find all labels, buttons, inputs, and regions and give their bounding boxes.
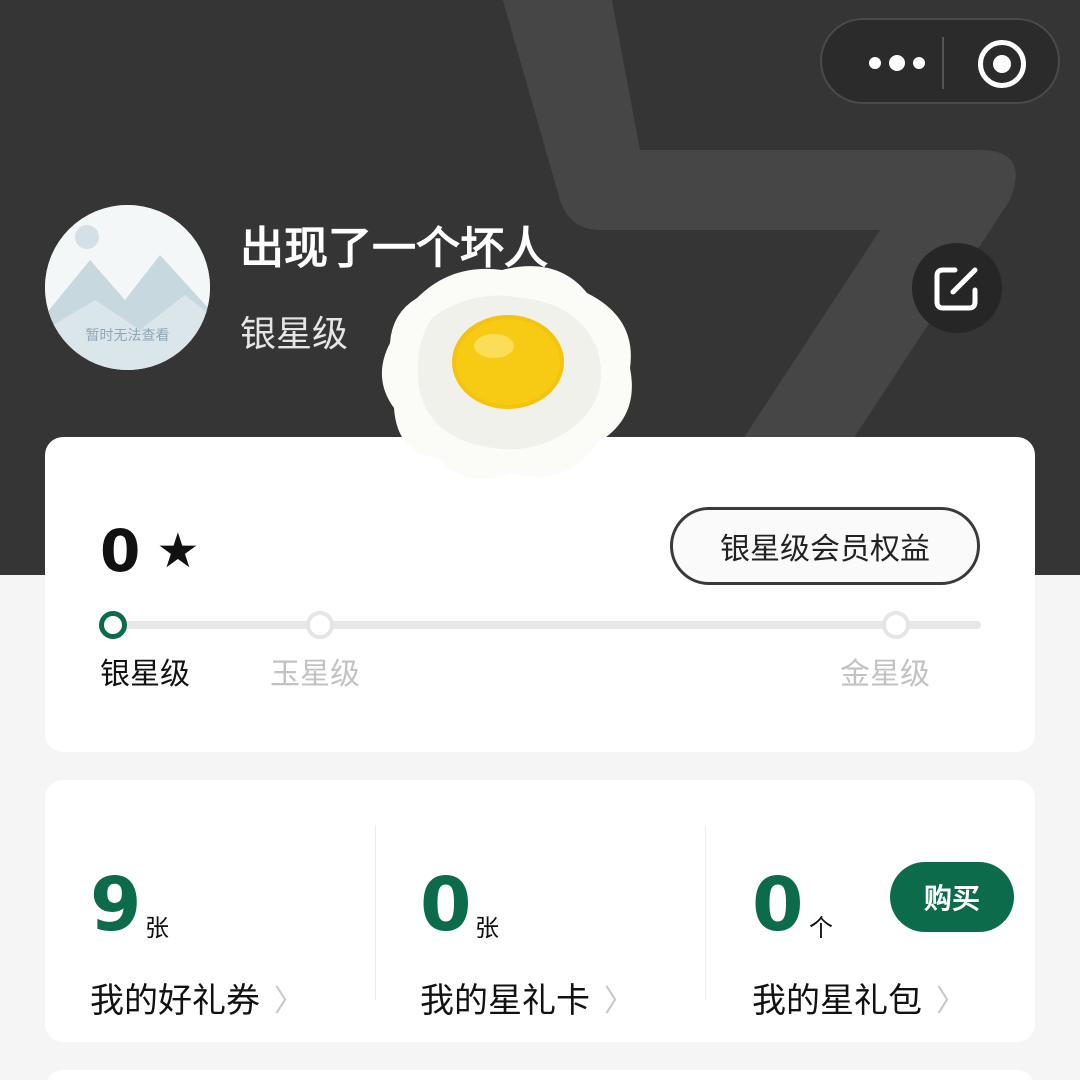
star-packs-count: 0 <box>752 862 804 948</box>
assets-card: 9 张 我的好礼券 〉 0 张 我的星礼卡 〉 0 个 我的星礼包 〉 购买 <box>45 780 1035 1042</box>
level-label-jade: 玉星级 <box>270 657 360 692</box>
coupons-unit: 张 <box>145 914 169 942</box>
level-node-jade <box>306 611 334 639</box>
star-cards-count: 0 <box>420 862 472 948</box>
buy-button[interactable]: 购买 <box>890 862 1014 932</box>
star-packs-label-text: 我的星礼包 <box>752 981 922 1021</box>
stars-value: 0 <box>100 517 141 585</box>
star-cards-unit: 张 <box>475 914 499 942</box>
avatar[interactable]: 暂时无法查看 <box>45 205 210 370</box>
fried-egg-sticker <box>381 266 632 479</box>
chevron-right-icon: 〉 <box>936 983 966 1019</box>
asset-star-cards[interactable]: 0 张 我的星礼卡 〉 <box>375 780 705 1042</box>
mini-program-capsule <box>820 18 1060 104</box>
star-packs-unit: 个 <box>809 914 833 942</box>
star-packs-label: 我的星礼包 〉 <box>752 973 966 1022</box>
stars-count: 0 ★ <box>100 517 199 585</box>
level-progress-track <box>113 621 981 629</box>
coupons-label-text: 我的好礼券 <box>90 981 260 1021</box>
asset-coupons[interactable]: 9 张 我的好礼券 〉 <box>45 780 375 1042</box>
more-dots-icon[interactable] <box>852 38 942 88</box>
edit-profile-button[interactable] <box>912 243 1002 333</box>
star-cards-label: 我的星礼卡 〉 <box>420 973 634 1022</box>
level-node-gold <box>882 611 910 639</box>
capsule-divider <box>942 37 944 89</box>
member-benefits-button[interactable]: 银星级会员权益 <box>670 507 980 585</box>
target-circle-icon[interactable] <box>978 40 1026 88</box>
level-label-gold: 金星级 <box>840 657 930 692</box>
level-label-silver: 银星级 <box>100 657 190 692</box>
coupons-count: 9 <box>90 862 142 948</box>
member-level: 银星级 <box>240 314 349 355</box>
next-card <box>45 1070 1035 1080</box>
coupons-label: 我的好礼券 〉 <box>90 973 304 1022</box>
star-icon: ★ <box>156 523 200 579</box>
edit-icon <box>934 267 978 311</box>
image-placeholder-icon <box>45 205 210 370</box>
chevron-right-icon: 〉 <box>604 983 634 1019</box>
level-node-silver <box>99 611 127 639</box>
avatar-placeholder-text: 暂时无法查看 <box>85 328 170 344</box>
divider <box>705 825 706 1000</box>
chevron-right-icon: 〉 <box>274 983 304 1019</box>
star-cards-label-text: 我的星礼卡 <box>420 981 590 1021</box>
